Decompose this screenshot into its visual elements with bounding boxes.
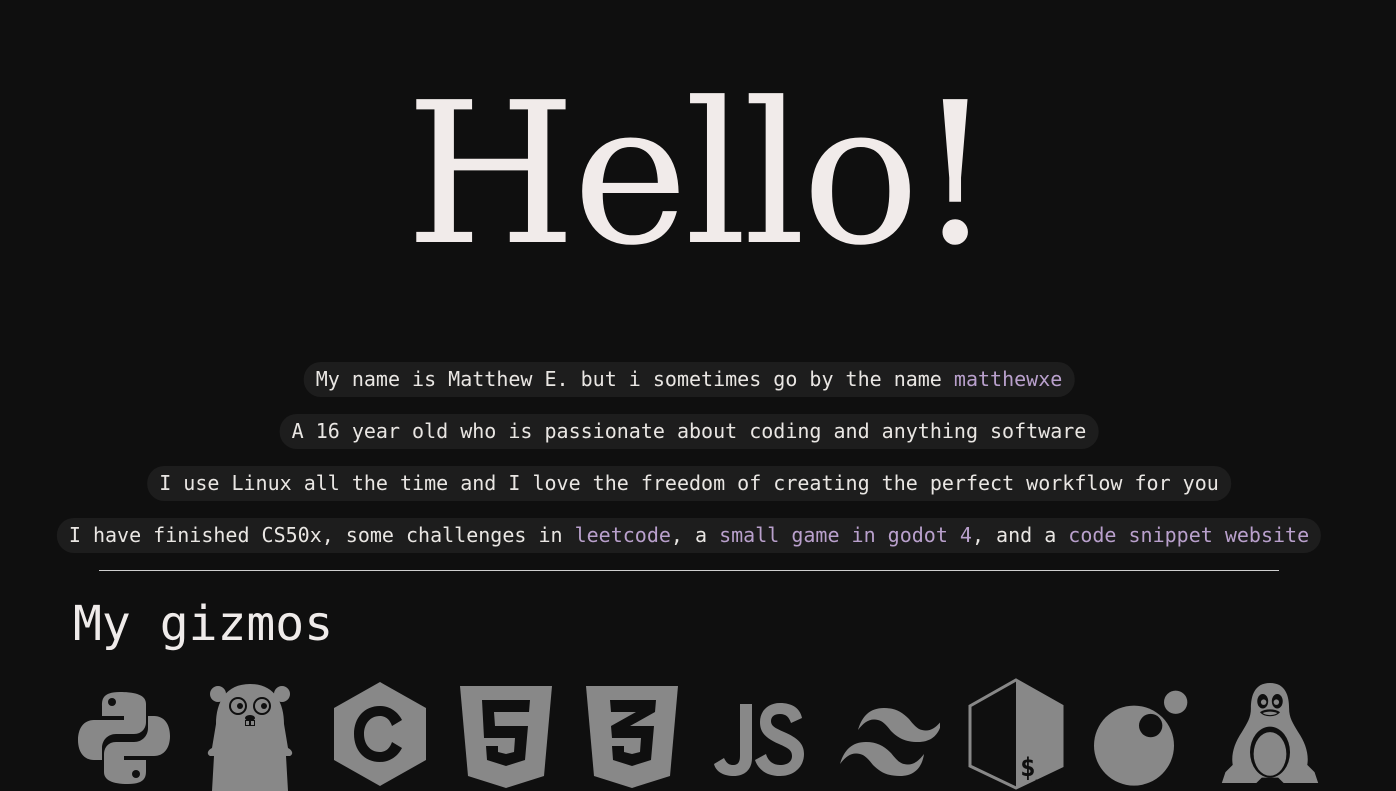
bash-icon: $_	[966, 676, 1066, 791]
section-divider	[99, 570, 1279, 571]
gizmos-title: My gizmos	[73, 596, 334, 652]
gizmos-icon-row: $_	[72, 676, 1332, 791]
svg-text:$_: $_	[1020, 753, 1052, 783]
code-snippet-website-link[interactable]: code snippet website	[1068, 523, 1309, 547]
hero-title: Hello!	[405, 61, 994, 289]
godot-orb-icon	[1094, 676, 1194, 791]
tailwind-icon	[840, 676, 940, 791]
projects-text-3: , and a	[971, 523, 1069, 547]
html5-icon	[458, 676, 558, 791]
intro-line-projects: I have finished CS50x, some challenges i…	[56, 518, 1322, 553]
css3-icon	[584, 676, 684, 791]
intro-line-name: My name is Matthew E. but i sometimes go…	[303, 362, 1075, 397]
python-icon	[72, 676, 172, 791]
gopher-icon	[200, 676, 300, 791]
matthewxe-link[interactable]: matthewxe	[954, 367, 1062, 391]
c-language-icon	[330, 676, 430, 791]
godot-game-link[interactable]: small game in godot 4	[719, 523, 972, 547]
javascript-icon	[710, 676, 810, 791]
leetcode-link[interactable]: leetcode	[575, 523, 671, 547]
intro-line-name-text: My name is Matthew E. but i sometimes go…	[315, 367, 954, 391]
linux-tux-icon	[1220, 676, 1320, 791]
projects-text-2: , a	[670, 523, 720, 547]
projects-text-1: I have finished CS50x, some challenges i…	[68, 523, 575, 547]
intro-line-linux: I use Linux all the time and I love the …	[147, 466, 1231, 501]
intro-line-age: A 16 year old who is passionate about co…	[279, 414, 1099, 449]
